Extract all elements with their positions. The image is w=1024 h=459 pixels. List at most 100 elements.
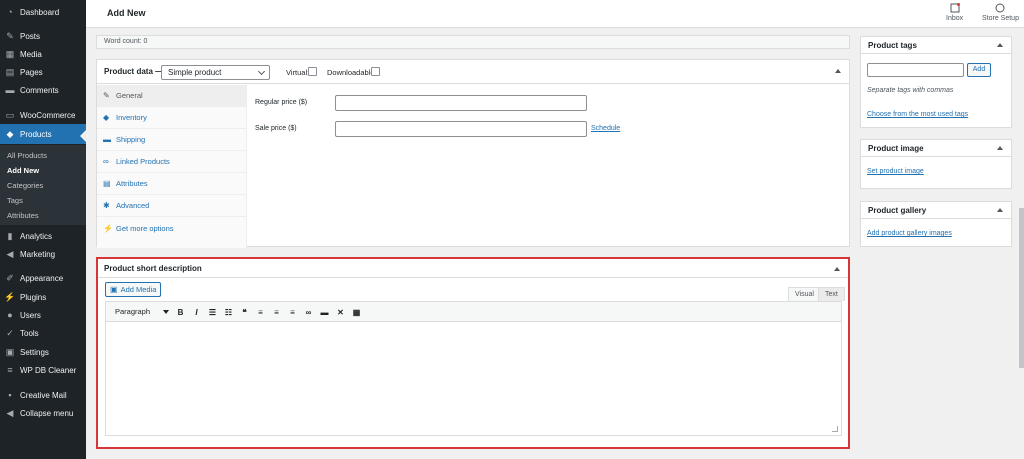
add-gallery-images-link[interactable]: Add product gallery images — [867, 230, 952, 237]
fullscreen-icon[interactable]: ✕ — [334, 306, 347, 319]
product-tags-header: Product tags — [861, 37, 1011, 54]
add-tag-button[interactable]: Add — [967, 63, 991, 77]
tab-visual[interactable]: Visual — [788, 287, 821, 301]
collapse-panel-icon[interactable] — [997, 43, 1003, 47]
menu-creative-mail[interactable]: ▪ Creative Mail — [0, 386, 86, 404]
virtual-checkbox[interactable] — [308, 67, 317, 76]
align-right-icon[interactable]: ≡ — [286, 306, 299, 319]
tab-label: Attributes — [116, 179, 148, 188]
product-tags-panel: Product tags Add Separate tags with comm… — [860, 36, 1012, 128]
menu-posts[interactable]: ✎ Posts — [0, 27, 86, 45]
tab-general[interactable]: ✎ General — [97, 85, 247, 107]
menu-label: Tools — [20, 328, 39, 338]
scrollbar-thumb[interactable] — [1019, 208, 1024, 368]
creative-mail-icon: ▪ — [8, 390, 12, 400]
pin-icon: ✎ — [6, 30, 14, 41]
menu-label: Analytics — [20, 231, 53, 241]
submenu-add-new[interactable]: Add New — [7, 166, 39, 175]
format-value: Paragraph — [115, 307, 151, 316]
tab-advanced[interactable]: ✱ Advanced — [97, 195, 247, 217]
menu-label: WooCommerce — [20, 110, 76, 120]
tab-inventory[interactable]: ◆ Inventory — [97, 107, 247, 129]
menu-plugins[interactable]: ⚡ Plugins — [0, 288, 86, 306]
tab-shipping[interactable]: ▬ Shipping — [97, 129, 247, 151]
choose-tags-link[interactable]: Choose from the most used tags — [867, 111, 968, 118]
bold-icon[interactable]: B — [174, 306, 187, 319]
blockquote-icon[interactable]: ❝ — [238, 306, 251, 319]
downloadable-checkbox[interactable] — [371, 67, 380, 76]
toolbar-toggle-icon[interactable]: ▦ — [350, 306, 363, 319]
page-title: Add New — [107, 8, 146, 18]
submenu-attributes[interactable]: Attributes — [7, 211, 39, 220]
megaphone-icon: ◀ — [6, 248, 14, 259]
chevron-down-icon — [257, 67, 266, 76]
menu-label: Users — [20, 310, 41, 320]
menu-users[interactable]: ● Users — [0, 306, 86, 324]
product-image-title: Product image — [868, 144, 924, 153]
media-icon: ▦ — [5, 48, 15, 59]
inbox-icon — [950, 3, 960, 13]
collapse-icon: ◀ — [6, 407, 14, 418]
format-select[interactable]: Paragraph — [110, 305, 172, 319]
menu-label: Media — [20, 49, 42, 59]
menu-analytics[interactable]: ▮ Analytics — [0, 227, 86, 245]
inbox-button[interactable]: Inbox — [946, 3, 963, 22]
collapse-panel-icon[interactable] — [997, 146, 1003, 150]
sale-price-label: Sale price ($) — [255, 125, 297, 132]
submenu-categories[interactable]: Categories — [7, 181, 43, 190]
collapse-panel-icon[interactable] — [835, 69, 841, 73]
menu-label: Dashboard — [20, 7, 60, 17]
tab-attributes[interactable]: ▤ Attributes — [97, 173, 247, 195]
short-description-title: Product short description — [104, 264, 202, 273]
page-scrollbar[interactable] — [1019, 28, 1024, 459]
sale-price-input[interactable] — [335, 121, 587, 137]
product-short-description-panel: Product short description ▣ Add Media Vis… — [96, 257, 850, 449]
collapse-panel-icon[interactable] — [834, 267, 840, 271]
submenu-tags[interactable]: Tags — [7, 196, 23, 205]
tab-linked-products[interactable]: ∞ Linked Products — [97, 151, 247, 173]
menu-appearance[interactable]: ✐ Appearance — [0, 269, 86, 287]
menu-label: Marketing — [20, 249, 56, 259]
product-type-select[interactable]: Simple product — [161, 65, 270, 80]
product-tags-title: Product tags — [868, 41, 917, 50]
database-icon: ≡ — [7, 365, 13, 375]
regular-price-input[interactable] — [335, 95, 587, 111]
tab-label: Linked Products — [116, 157, 170, 166]
collapse-panel-icon[interactable] — [997, 208, 1003, 212]
bullet-list-icon[interactable]: ☰ — [206, 306, 219, 319]
menu-comments[interactable]: ▬ Comments — [0, 81, 86, 99]
tag-icon: ◆ — [103, 113, 110, 122]
menu-products[interactable]: ◆ Products — [0, 124, 86, 144]
editor-content-area[interactable] — [105, 322, 842, 436]
menu-woocommerce[interactable]: ▭ WooCommerce — [0, 106, 86, 124]
align-center-icon[interactable]: ≡ — [270, 306, 283, 319]
product-gallery-panel: Product gallery Add product gallery imag… — [860, 201, 1012, 247]
menu-pages[interactable]: ▤ Pages — [0, 63, 86, 81]
tab-label: Shipping — [116, 135, 146, 144]
tab-get-more-options[interactable]: ⚡ Get more options — [97, 217, 247, 239]
gear-icon: ✱ — [103, 201, 110, 210]
store-setup-button[interactable]: Store Setup — [982, 3, 1019, 22]
align-left-icon[interactable]: ≡ — [254, 306, 267, 319]
menu-marketing[interactable]: ◀ Marketing — [0, 245, 86, 263]
caret-down-icon — [163, 310, 169, 314]
numbered-list-icon[interactable]: ☷ — [222, 306, 235, 319]
tab-text[interactable]: Text — [818, 287, 845, 301]
add-media-button[interactable]: ▣ Add Media — [105, 282, 161, 297]
menu-collapse[interactable]: ◀ Collapse menu — [0, 404, 86, 422]
menu-wp-db-cleaner[interactable]: ≡ WP DB Cleaner — [0, 361, 86, 379]
tag-input[interactable] — [867, 63, 964, 77]
menu-dashboard[interactable]: ◔ Dashboard — [0, 3, 86, 21]
menu-media[interactable]: ▦ Media — [0, 45, 86, 63]
resize-handle[interactable] — [832, 426, 838, 432]
menu-settings[interactable]: ▣ Settings — [0, 343, 86, 361]
link-icon[interactable]: ∞ — [302, 306, 315, 319]
downloadable-label: Downloadable: — [327, 68, 377, 77]
set-product-image-link[interactable]: Set product image — [867, 168, 924, 175]
submenu-all-products[interactable]: All Products — [7, 151, 47, 160]
menu-label: Settings — [20, 347, 49, 357]
menu-tools[interactable]: ✓ Tools — [0, 324, 86, 342]
schedule-link[interactable]: Schedule — [591, 125, 620, 132]
read-more-icon[interactable]: ▬ — [318, 306, 331, 319]
italic-icon[interactable]: I — [190, 306, 203, 319]
